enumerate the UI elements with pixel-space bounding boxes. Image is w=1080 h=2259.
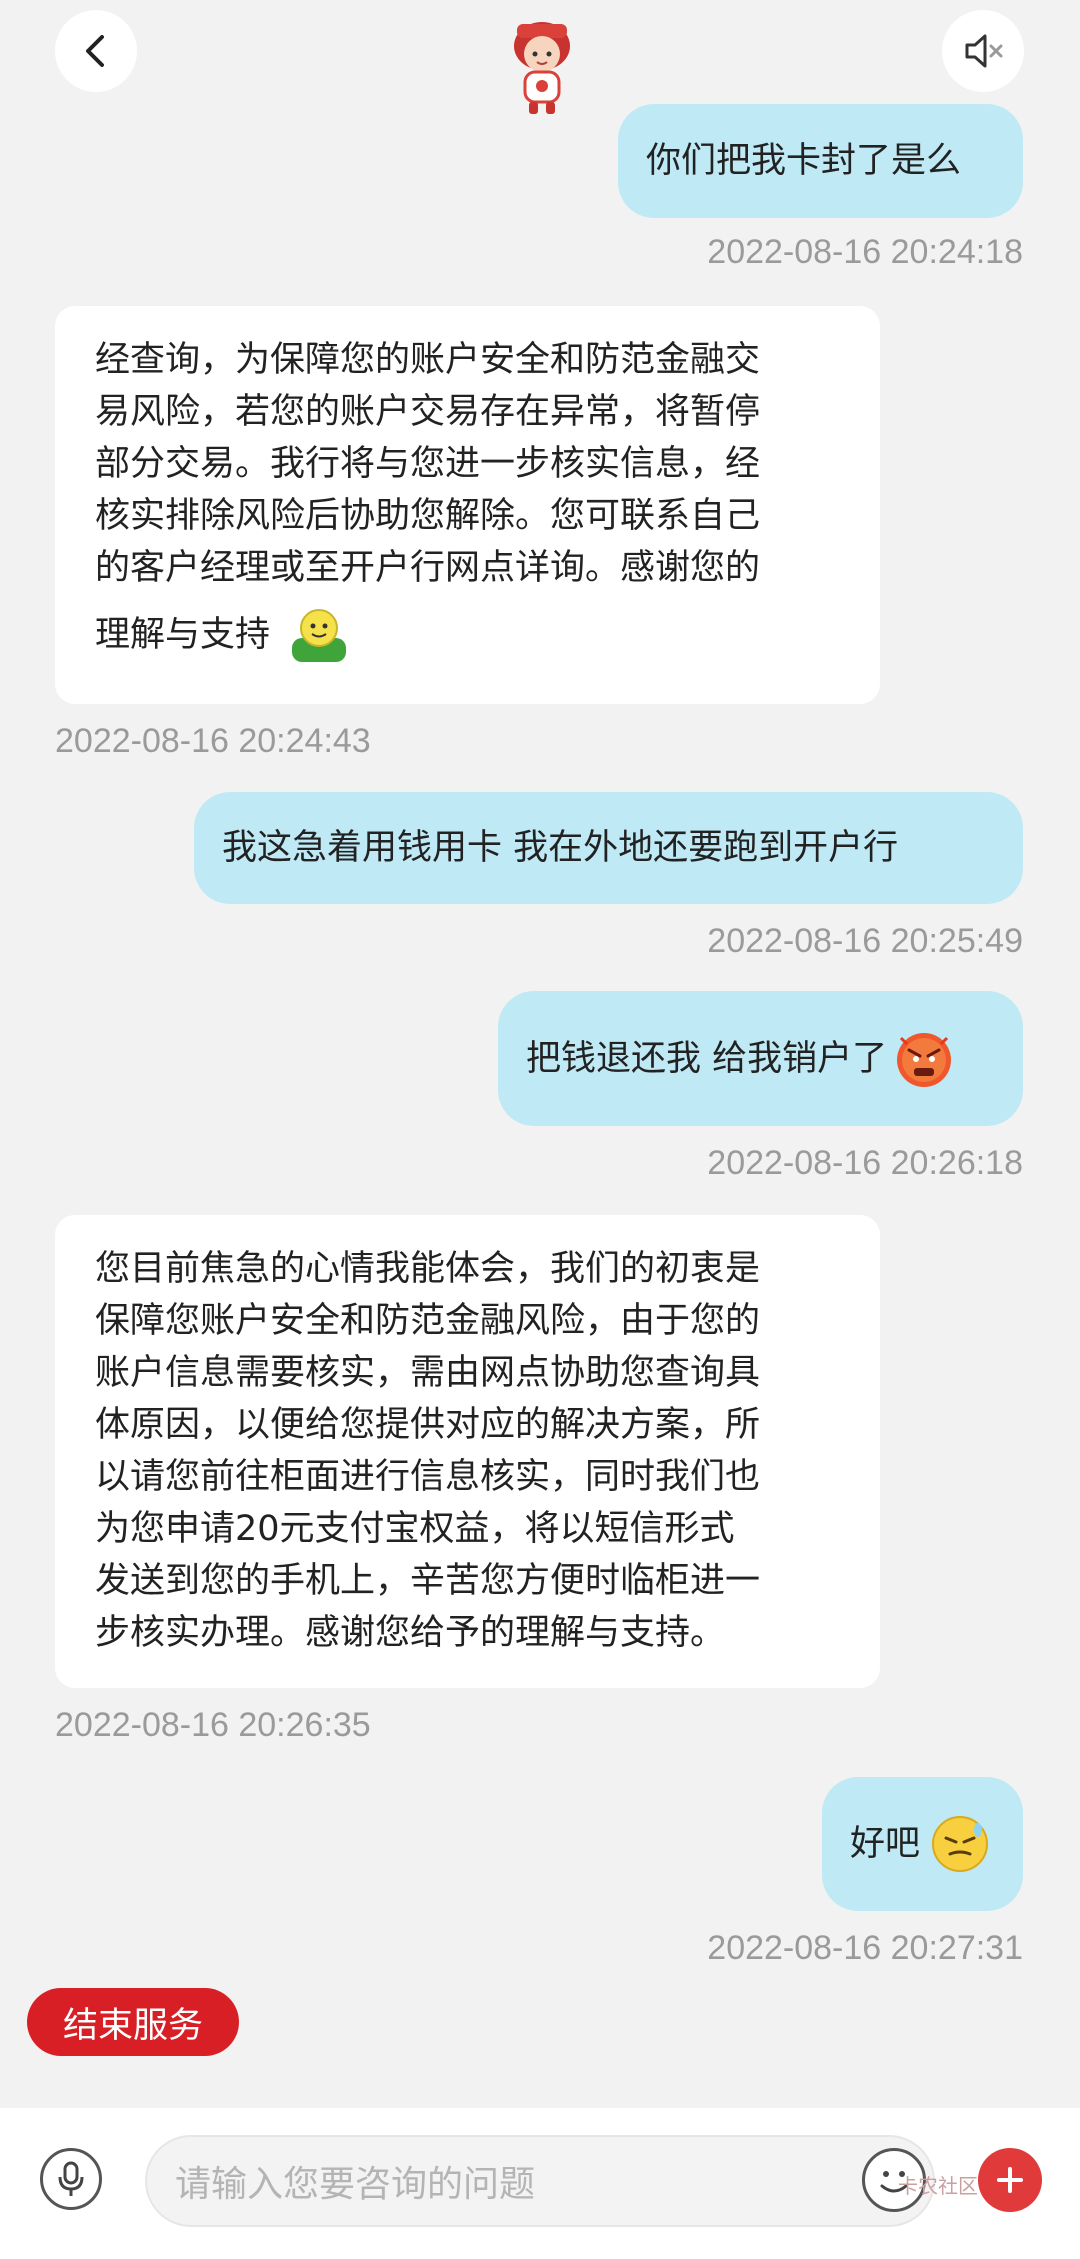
end-service-button[interactable]: 结束服务: [27, 1988, 239, 2056]
plus-icon: [997, 2167, 1023, 2193]
outgoing-message: 我这急着用钱用卡 我在外地还要跑到开户行: [194, 792, 1023, 904]
message-text: 你们把我卡封了是么: [646, 141, 962, 181]
message-line: 账户信息需要核实，需由网点协助您查询具: [95, 1353, 761, 1393]
sound-toggle-button[interactable]: [942, 10, 1024, 92]
outgoing-message: 把钱退还我 给我销户了: [498, 991, 1023, 1126]
mascot-avatar: [514, 22, 570, 114]
message-line: 为您申请20元支付宝权益，将以短信形式: [95, 1509, 735, 1549]
message-line: 步核实办理。感谢您给予的理解与支持。: [95, 1613, 726, 1653]
incoming-message: 您目前焦急的心情我能体会，我们的初衷是 保障您账户安全和防范金融风险，由于您的 …: [55, 1215, 880, 1688]
message-line: 保障您账户安全和防范金融风险，由于您的: [95, 1301, 761, 1341]
message-line: 您目前焦急的心情我能体会，我们的初衷是: [95, 1249, 761, 1289]
message-timestamp: 2022-08-16 20:26:18: [707, 1144, 1023, 1182]
message-line: 的客户经理或至开户行网点详询。感谢您的: [95, 548, 761, 588]
message-text: 我这急着用钱用卡 我在外地还要跑到开户行: [222, 828, 899, 868]
message-line: 以请您前往柜面进行信息核实，同时我们也: [95, 1457, 761, 1497]
message-timestamp: 2022-08-16 20:27:31: [707, 1929, 1023, 1967]
chevron-left-icon: [86, 35, 104, 67]
outgoing-message: 好吧: [822, 1777, 1023, 1911]
message-timestamp: 2022-08-16 20:26:35: [55, 1706, 371, 1744]
angry-emoji: [897, 1032, 952, 1087]
more-options-button[interactable]: [978, 2148, 1042, 2212]
voice-input-button[interactable]: [40, 2148, 102, 2210]
watermark: 卡农社区: [898, 2174, 978, 2198]
message-line: 部分交易。我行将与您进一步核实信息，经: [95, 444, 761, 484]
message-line: 易风险，若您的账户交易存在异常，将暂停: [95, 392, 761, 432]
message-line: 核实排除风险后协助您解除。您可联系自己: [95, 496, 761, 536]
message-text: 把钱退还我 给我销户了: [526, 1038, 888, 1079]
chat-header: [0, 0, 1080, 114]
message-line: 理解与支持: [95, 615, 271, 655]
message-timestamp: 2022-08-16 20:24:43: [55, 722, 371, 760]
speaker-muted-icon: [965, 34, 1003, 68]
message-input[interactable]: 请输入您要咨询的问题: [145, 2135, 935, 2227]
outgoing-message: 你们把我卡封了是么: [618, 104, 1023, 218]
message-timestamp: 2022-08-16 20:25:49: [707, 922, 1023, 960]
smile-emoji: [292, 609, 347, 662]
message-line: 发送到您的手机上，辛苦您方便时临柜进一: [95, 1561, 761, 1601]
input-bar: 请输入您要咨询的问题 卡农社区: [0, 2108, 1080, 2259]
incoming-message: 经查询，为保障您的账户安全和防范金融交 易风险，若您的账户交易存在异常，将暂停 …: [55, 306, 880, 704]
message-line: 体原因，以便给您提供对应的解决方案，所: [95, 1405, 761, 1445]
back-button[interactable]: [55, 10, 137, 92]
message-line: 经查询，为保障您的账户安全和防范金融交: [95, 340, 761, 380]
input-placeholder: 请输入您要咨询的问题: [175, 2164, 536, 2205]
sweat-emoji: [932, 1816, 989, 1872]
message-text: 好吧: [850, 1824, 921, 1864]
microphone-icon: [58, 2161, 84, 2196]
message-timestamp: 2022-08-16 20:24:18: [707, 233, 1023, 271]
